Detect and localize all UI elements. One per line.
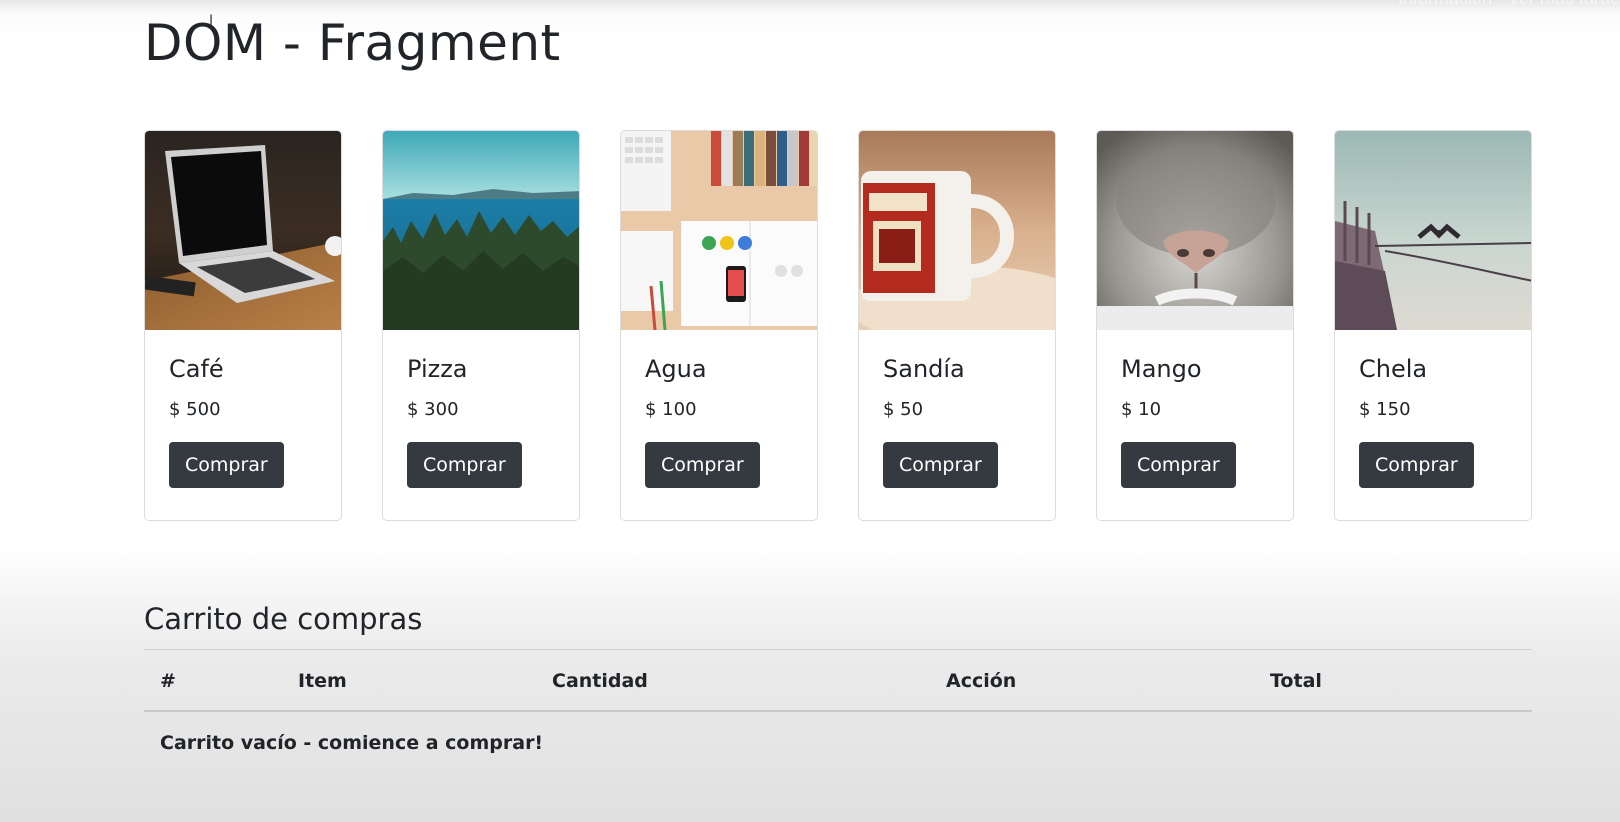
cart-title: Carrito de compras bbox=[144, 602, 423, 636]
card-body: Sandía $ 50 Comprar bbox=[859, 330, 1055, 512]
card-body: Mango $ 10 Comprar bbox=[1097, 330, 1293, 512]
card-body: Café $ 500 Comprar bbox=[145, 330, 341, 512]
column-header-total: Total bbox=[1254, 649, 1532, 712]
product-name: Sandía bbox=[883, 355, 965, 383]
column-header-item: Item bbox=[282, 649, 536, 712]
product-card: Sandía $ 50 Comprar bbox=[858, 130, 1056, 521]
card-body: Pizza $ 300 Comprar bbox=[383, 330, 579, 512]
product-name: Chela bbox=[1359, 355, 1428, 383]
buy-button[interactable]: Comprar bbox=[1121, 442, 1236, 488]
product-image-desk bbox=[621, 131, 817, 330]
product-image-cat-nose bbox=[1097, 131, 1293, 330]
product-card: Pizza $ 300 Comprar bbox=[382, 130, 580, 521]
product-card: Chela $ 150 Comprar bbox=[1334, 130, 1532, 521]
column-header-action: Acción bbox=[930, 649, 1254, 712]
page-title: DOM - Fragment bbox=[144, 14, 561, 72]
product-name: Pizza bbox=[407, 355, 468, 383]
cart-header-row: # Item Cantidad Acción Total bbox=[144, 649, 1532, 712]
product-image-bird-pier bbox=[1335, 131, 1531, 330]
product-price: $ 100 bbox=[645, 399, 697, 420]
column-header-quantity: Cantidad bbox=[536, 649, 930, 712]
buy-button[interactable]: Comprar bbox=[1359, 442, 1474, 488]
buy-button[interactable]: Comprar bbox=[883, 442, 998, 488]
buy-button[interactable]: Comprar bbox=[407, 442, 522, 488]
product-image-laptop bbox=[145, 131, 341, 330]
product-card: Agua $ 100 Comprar bbox=[620, 130, 818, 521]
cart-table: # Item Cantidad Acción Total Carrito vac… bbox=[144, 649, 1532, 774]
product-image-forest bbox=[383, 131, 579, 330]
product-card: Mango $ 10 Comprar bbox=[1096, 130, 1294, 521]
product-price: $ 50 bbox=[883, 399, 924, 420]
product-name: Café bbox=[169, 355, 224, 383]
column-header-number: # bbox=[144, 649, 282, 712]
cart-empty-message: Carrito vacío - comience a comprar! bbox=[160, 732, 544, 754]
table-row: Carrito vacío - comience a comprar! bbox=[144, 711, 1532, 774]
product-price: $ 500 bbox=[169, 399, 221, 420]
buy-button[interactable]: Comprar bbox=[645, 442, 760, 488]
product-price: $ 10 bbox=[1121, 399, 1162, 420]
buy-button[interactable]: Comprar bbox=[169, 442, 284, 488]
product-price: $ 300 bbox=[407, 399, 459, 420]
product-cards: Café $ 500 Comprar Pizza $ 300 Comprar A… bbox=[144, 130, 1532, 521]
product-image-mug bbox=[859, 131, 1055, 330]
product-name: Agua bbox=[645, 355, 707, 383]
product-name: Mango bbox=[1121, 355, 1202, 383]
product-card: Café $ 500 Comprar bbox=[144, 130, 342, 521]
card-body: Agua $ 100 Comprar bbox=[621, 330, 817, 512]
text-cursor-icon: I bbox=[209, 13, 214, 29]
video-overlay-text: Información · Ver más tarde bbox=[1398, 0, 1620, 9]
card-body: Chela $ 150 Comprar bbox=[1335, 330, 1531, 512]
product-price: $ 150 bbox=[1359, 399, 1411, 420]
